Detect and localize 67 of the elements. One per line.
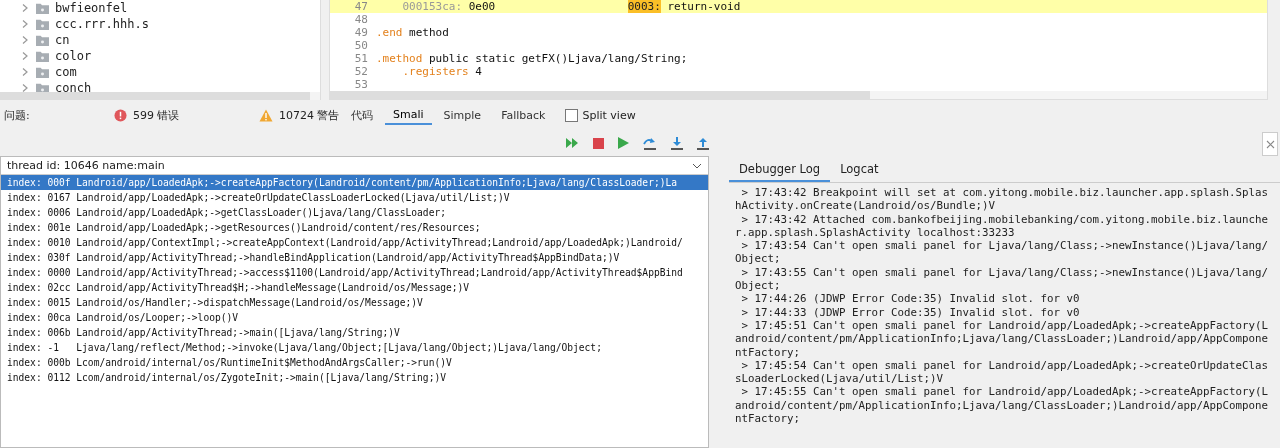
stack-frame[interactable]: index: 0112 Lcom/android/internal/os/ZygoteInit;->main([Ljava/lang/String;)V [1, 370, 708, 385]
stack-frame[interactable]: index: 030f Landroid/app/ActivityThread;->handleBindApplication(Landroid/app/ActivityThread$AppBindData;)V [1, 250, 708, 265]
line-number: 48 [353, 13, 369, 26]
line-number: 49 [353, 26, 369, 39]
folder-icon [35, 65, 50, 79]
stack-frame[interactable]: index: 001e Landroid/app/LoadedApk;->getResources()Landroid/content/res/Resources; [1, 220, 708, 235]
caret-icon [692, 162, 702, 169]
resume-icon[interactable] [565, 137, 579, 149]
stack-frame[interactable]: index: 000f Landroid/app/LoadedApk;->createAppFactory(Landroid/content/pm/ApplicationInfo;Ljava/lang/ClassLoader;)La [1, 175, 708, 190]
step-into-icon[interactable] [671, 136, 683, 150]
code-line: 000153ca: 0e00 0003: return-void [401, 0, 741, 13]
close-button[interactable] [1262, 132, 1278, 156]
code-line: .registers 4 [401, 65, 482, 78]
stack-frame[interactable]: index: 0010 Landroid/app/ContextImpl;->createAppContext(Landroid/app/ActivityThread;Landroid/app/LoadedApk;)Landroid/ [1, 235, 708, 250]
code-line: .method public static getFX()Ljava/lang/String; [376, 52, 688, 65]
tree-item[interactable]: color [20, 48, 320, 64]
close-icon [1265, 139, 1275, 149]
stack-frame[interactable]: index: 0000 Landroid/app/ActivityThread;->access$1100(Landroid/app/ActivityThread;Landroid/app/ActivityThread$AppBind [1, 265, 708, 280]
warning-icon [259, 108, 273, 122]
log-tab[interactable]: Debugger Log [729, 158, 831, 182]
scrollbar-thumb[interactable] [0, 92, 310, 100]
tree-item[interactable]: cn [20, 32, 320, 48]
line-number: 52 [353, 65, 369, 78]
stop-icon[interactable] [593, 137, 604, 149]
folder-icon [35, 33, 50, 47]
view-tab[interactable]: Simple [435, 106, 490, 124]
log-entry: > 17:43:42 Breakpoint will set at com.yitong.mobile.biz.launcher.app.splash.SplashActivity.onCreate(Landroid/os/Bundle;)V [735, 186, 1270, 213]
tree-item[interactable]: bwfieonfel [20, 0, 320, 16]
folder-icon [35, 49, 50, 63]
split-view-checkbox[interactable]: Split view [565, 108, 636, 122]
stack-frame[interactable]: index: 0015 Landroid/os/Handler;->dispatchMessage(Landroid/os/Message;)V [1, 295, 708, 310]
stack-frame[interactable]: index: 02cc Landroid/app/ActivityThread$H;->handleMessage(Landroid/os/Message;)V [1, 280, 708, 295]
problems-label: 问题: [3, 107, 31, 123]
line-number: 47 [353, 0, 369, 13]
step-over-icon[interactable] [643, 136, 657, 150]
play-icon[interactable] [618, 137, 629, 149]
line-number: 50 [353, 39, 369, 52]
folder-icon [35, 1, 50, 15]
scrollbar-thumb[interactable] [330, 91, 870, 99]
error-count[interactable]: 599 错误 [114, 107, 259, 123]
log-entry: > 17:44:26 (JDWP Error Code:35) Invalid slot. for v0 [740, 292, 1081, 306]
folder-icon [35, 17, 50, 31]
warning-count[interactable]: 10724 警告 [259, 107, 343, 123]
tree-item[interactable]: ccc.rrr.hhh.s [20, 16, 320, 32]
stack-frame[interactable]: index: 006b Landroid/app/ActivityThread;->main([Ljava/lang/String;)V [1, 325, 708, 340]
log-entry: > 17:43:42 Attached com.bankofbeijing.mobilebanking/com.yitong.mobile.biz.launcher.app.splash.SplashActivity localhost:33233 [735, 212, 1270, 240]
log-entry: > 17:45:55 Can't open smali panel for Landroid/app/LoadedApk;->createAppFactory(Landroid/content/pm/ApplicationInfo;Ljava/lang/ClassLoader;)Landroid/app/AppComponentFactory; [735, 385, 1270, 426]
stack-frame[interactable]: index: 0167 Landroid/app/LoadedApk;->createOrUpdateClassLoaderLocked(Ljava/util/List;)V [1, 190, 708, 205]
view-tab[interactable]: Fallback [493, 106, 554, 124]
tree-item[interactable]: com [20, 64, 320, 80]
stack-frame[interactable]: index: 00ca Landroid/os/Looper;->loop()V [1, 310, 708, 325]
view-tab[interactable]: 代码 [343, 105, 381, 125]
line-number: 51 [353, 52, 369, 65]
stack-frame[interactable]: index: -1 Ljava/lang/reflect/Method;->invoke(Ljava/lang/Object;[Ljava/lang/Object;)Ljava/lang/Object; [1, 340, 708, 355]
error-icon [114, 108, 127, 122]
log-entry: > 17:45:51 Can't open smali panel for Landroid/app/LoadedApk;->createAppFactory(Landroid/content/pm/ApplicationInfo;Ljava/lang/ClassLoader;)Landroid/app/AppComponentFactory; [735, 318, 1270, 359]
log-tab[interactable]: Logcat [830, 158, 889, 182]
view-tab[interactable]: Smali [385, 105, 432, 125]
line-number: 53 [353, 78, 369, 91]
stack-frame[interactable]: index: 000b Lcom/android/internal/os/RuntimeInit$MethodAndArgsCaller;->run()V [1, 355, 708, 370]
log-entry: > 17:45:54 Can't open smali panel for Landroid/app/LoadedApk;->createOrUpdateClassLoaderLocked(Ljava/util/List;)V [735, 358, 1270, 386]
log-entry: > 17:43:55 Can't open smali panel for Ljava/lang/Class;->newInstance()Ljava/lang/Object; [735, 265, 1270, 293]
code-line: .end method [376, 26, 449, 39]
log-entry: > 17:43:54 Can't open smali panel for Ljava/lang/Class;->newInstance()Ljava/lang/Object; [735, 239, 1270, 266]
step-out-icon[interactable] [697, 136, 709, 150]
stack-frame[interactable]: index: 0006 Landroid/app/LoadedApk;->getClassLoader()Ljava/lang/ClassLoader; [1, 205, 708, 220]
log-entry: > 17:44:33 (JDWP Error Code:35) Invalid slot. for v0 [740, 305, 1081, 319]
